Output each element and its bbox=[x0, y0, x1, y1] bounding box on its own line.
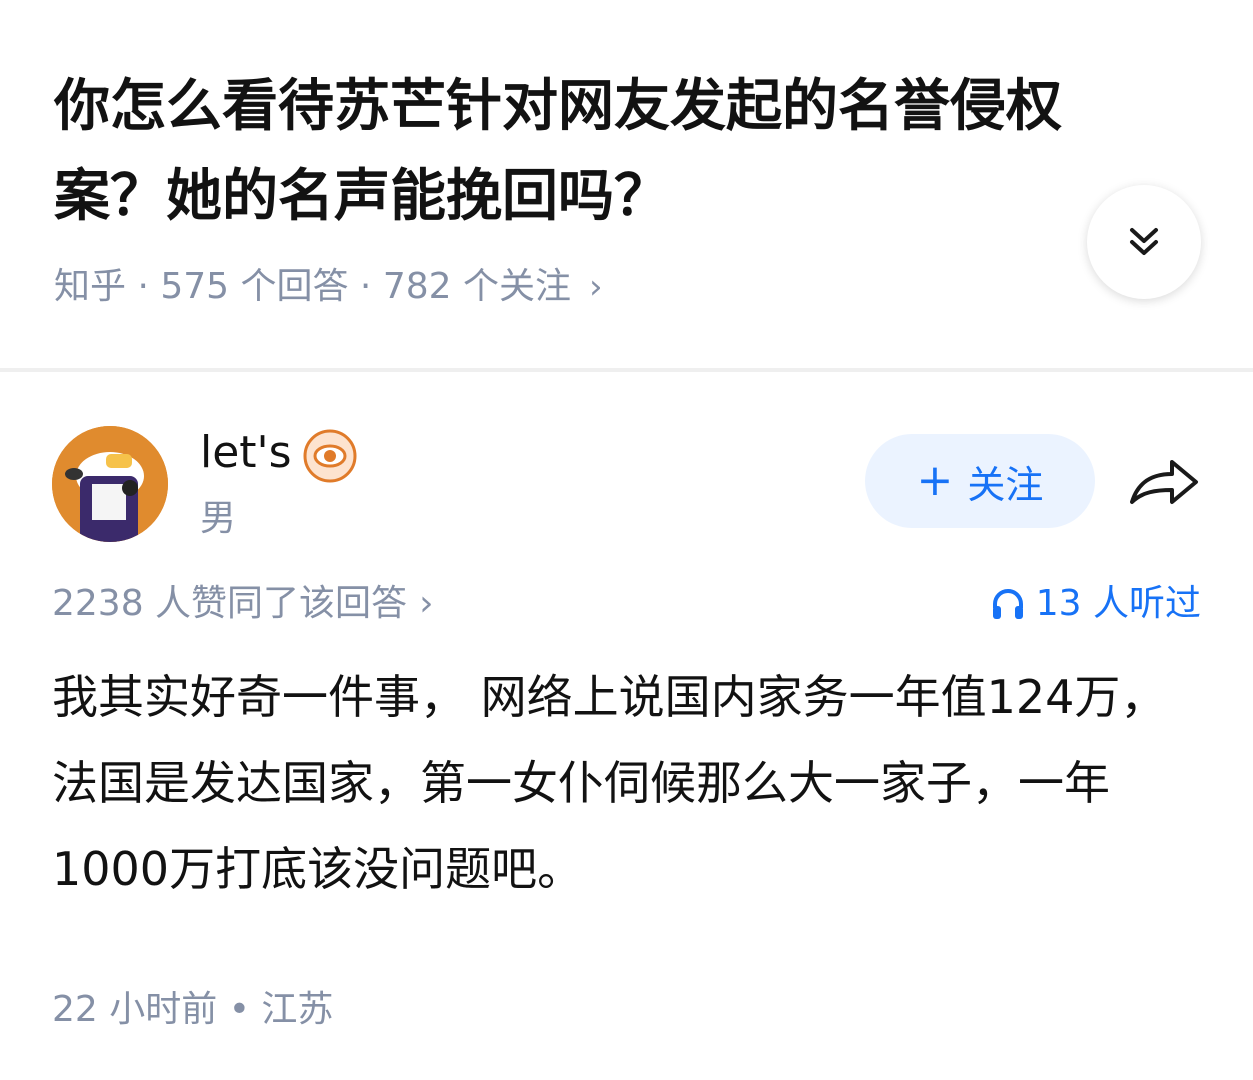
question-title: 你怎么看待苏芒针对网友发起的名誉侵权案？她的名声能挽回吗？ bbox=[54, 74, 1062, 229]
question-meta[interactable]: 知乎 · 575 个回答 · 782 个关注 › bbox=[54, 262, 603, 312]
listen-count[interactable]: 13 人听过 bbox=[990, 578, 1201, 630]
chevron-right-icon: › bbox=[588, 267, 603, 307]
answer-footer: 22 小时前 • 江苏 bbox=[52, 989, 334, 1030]
vote-count[interactable]: 2238 人赞同了该回答 › bbox=[52, 578, 433, 630]
listen-count-text: 13 人听过 bbox=[1035, 583, 1201, 624]
follow-button[interactable]: + 关注 bbox=[865, 434, 1095, 528]
chevron-right-icon: › bbox=[419, 583, 434, 624]
avatar-image bbox=[52, 426, 168, 542]
plus-icon: + bbox=[916, 455, 954, 506]
share-arrow-icon[interactable] bbox=[1126, 452, 1202, 512]
answer-body: 我其实好奇一件事， 网络上说国内家务一年值124万，法国是发达国家，第一女仆伺候… bbox=[52, 670, 1167, 896]
eye-badge-icon bbox=[303, 429, 357, 483]
double-chevron-down-icon bbox=[1130, 228, 1158, 255]
expand-button[interactable] bbox=[1087, 185, 1201, 299]
vote-count-text: 2238 人赞同了该回答 bbox=[52, 583, 408, 624]
avatar[interactable] bbox=[52, 426, 168, 542]
follow-button-label: 关注 bbox=[967, 462, 1044, 507]
divider bbox=[0, 368, 1253, 372]
question-meta-text: 知乎 · 575 个回答 · 782 个关注 bbox=[54, 266, 571, 307]
author-gender: 男 bbox=[200, 498, 237, 539]
headphones-icon bbox=[992, 589, 1023, 619]
author-name[interactable]: let's bbox=[200, 426, 292, 480]
